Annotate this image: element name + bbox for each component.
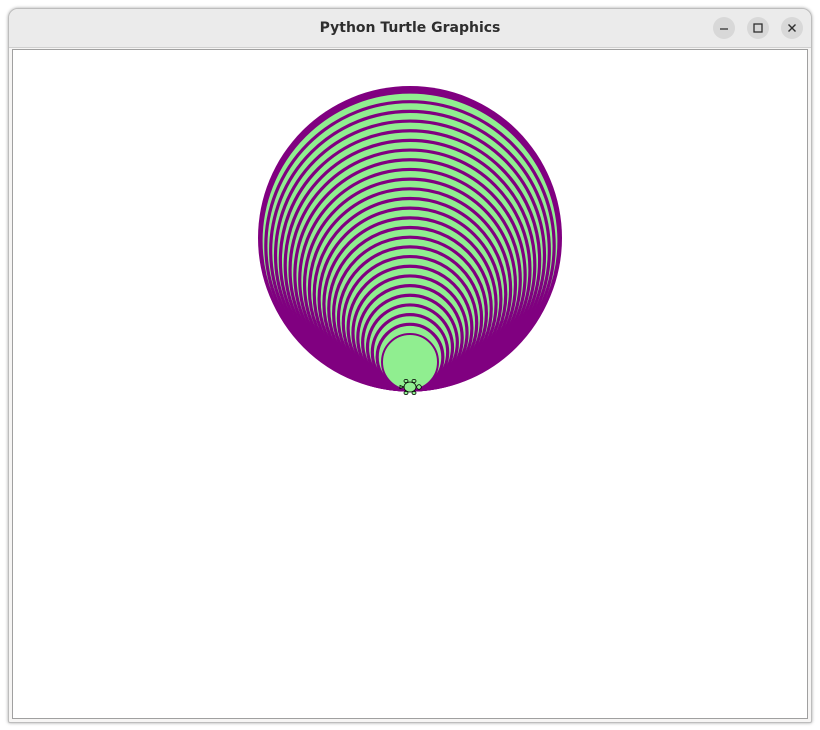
minimize-button[interactable]: [713, 17, 735, 39]
window-title: Python Turtle Graphics: [319, 20, 501, 36]
maximize-icon: [753, 23, 763, 33]
turtle-canvas[interactable]: [12, 49, 808, 719]
close-button[interactable]: [781, 17, 803, 39]
minimize-icon: [720, 28, 728, 30]
turtle-window: Python Turtle Graphics: [8, 8, 812, 723]
maximize-button[interactable]: [747, 17, 769, 39]
title-bar[interactable]: Python Turtle Graphics: [9, 9, 811, 48]
close-icon: [788, 24, 796, 32]
concentric-circles-drawing: [258, 86, 562, 396]
